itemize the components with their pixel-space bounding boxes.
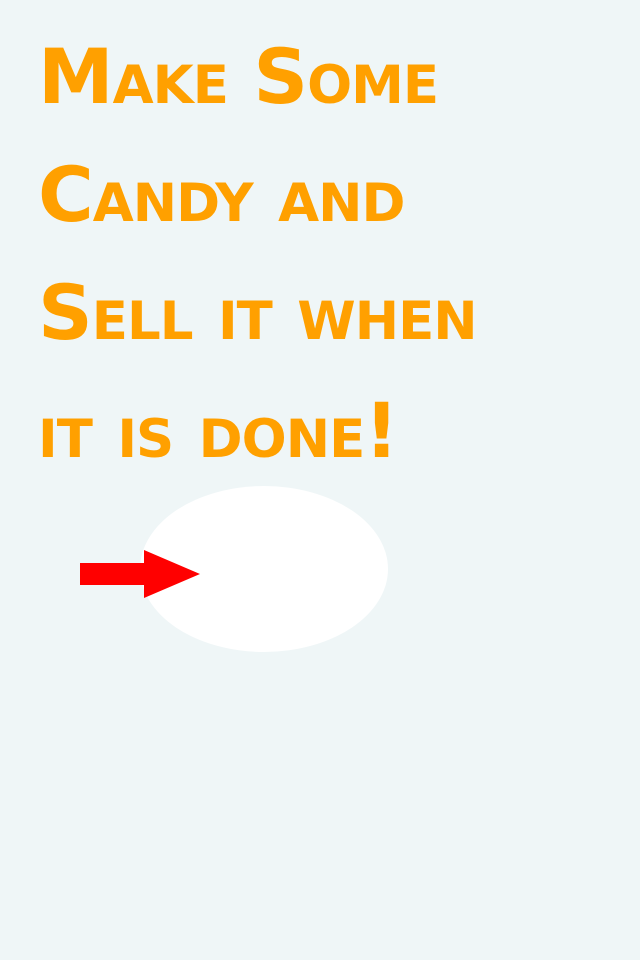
arrow-shape: [80, 550, 200, 598]
instruction-title-line-4: it is done!: [38, 386, 399, 475]
instruction-title-line-2: Candy and: [38, 150, 406, 239]
instruction-title: Make Some Candy and Sell it when it is d…: [38, 18, 628, 490]
instruction-title-line-3: Sell it when: [38, 268, 478, 357]
instruction-title-line-1: Make Some: [38, 32, 439, 121]
arrow-right-icon: [80, 550, 200, 598]
